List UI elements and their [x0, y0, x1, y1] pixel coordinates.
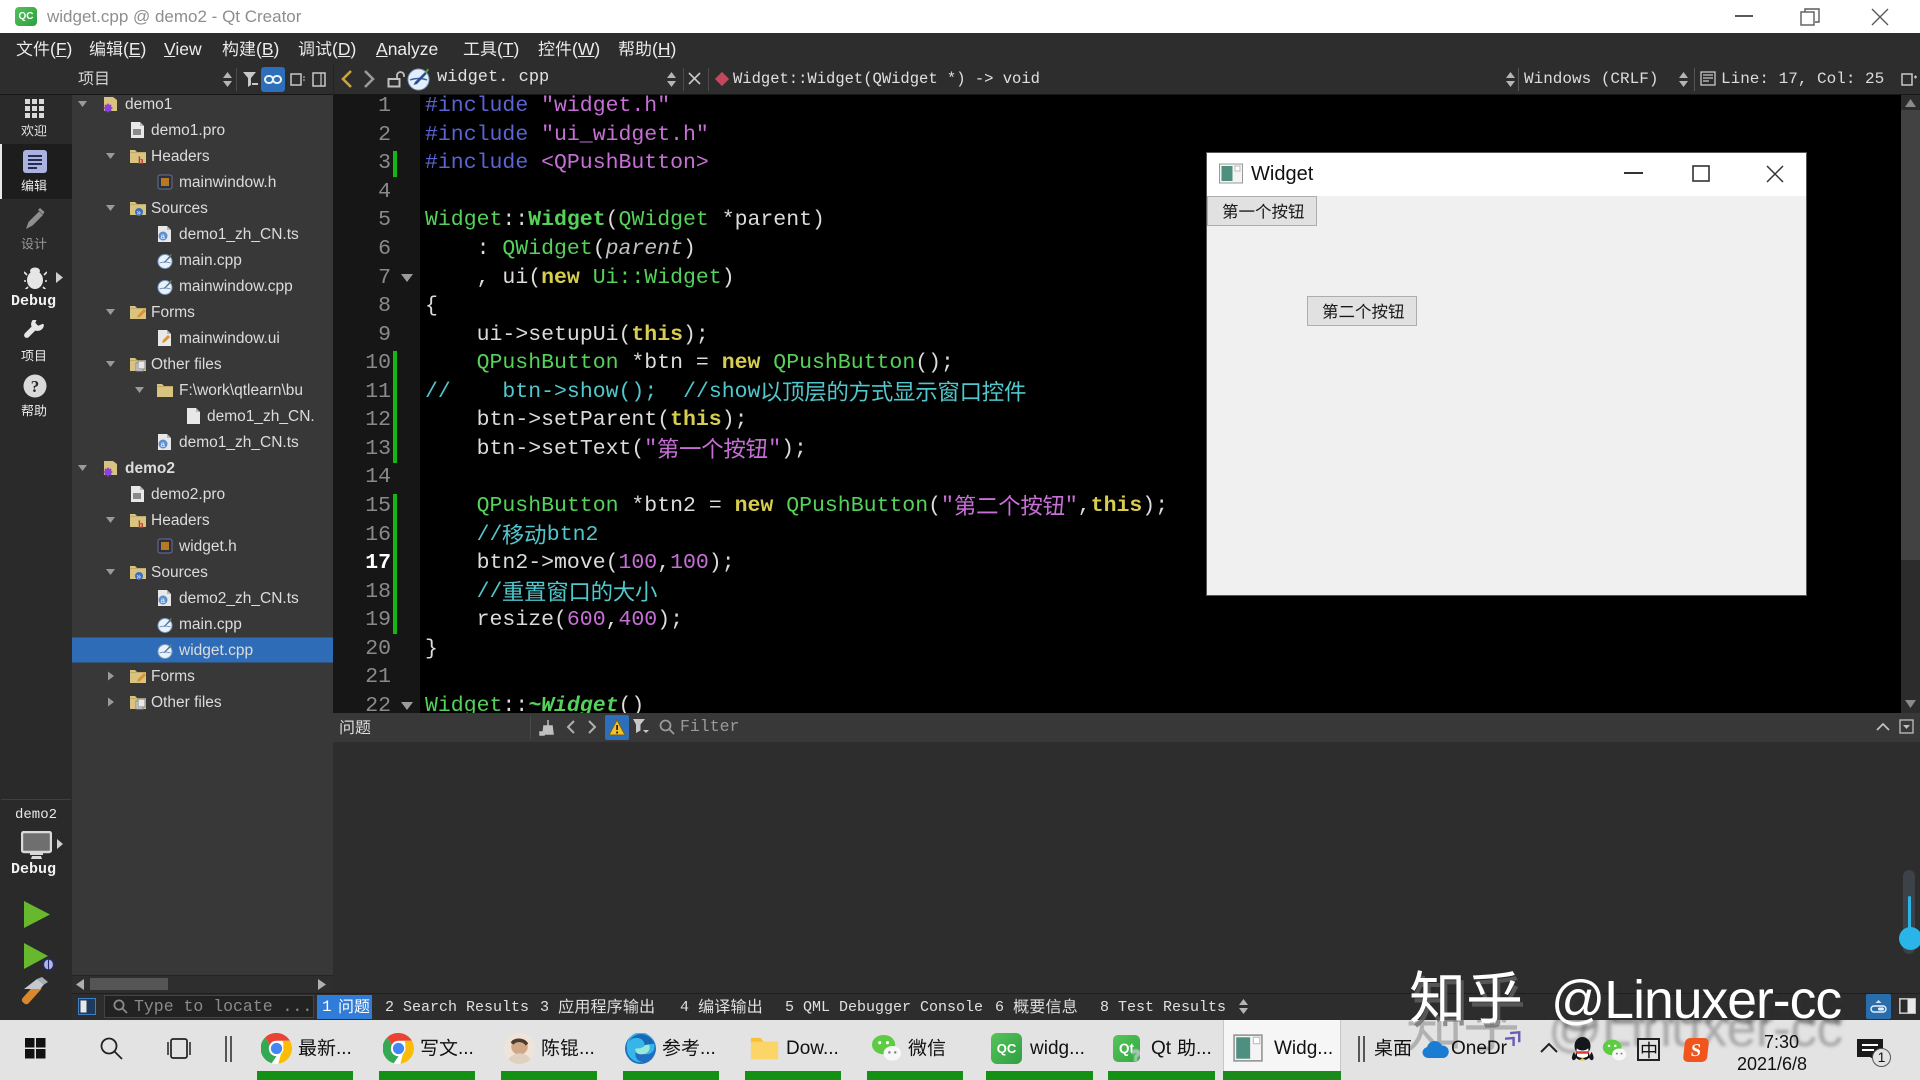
svg-text:»: »: [137, 572, 142, 581]
svg-text:a: a: [161, 440, 166, 449]
svg-text:»: »: [137, 208, 142, 217]
svg-text:h: h: [138, 156, 144, 167]
svg-text:?: ?: [31, 377, 40, 396]
svg-text:a: a: [161, 596, 166, 605]
svg-text:h: h: [138, 520, 144, 531]
svg-text:a: a: [161, 232, 166, 241]
